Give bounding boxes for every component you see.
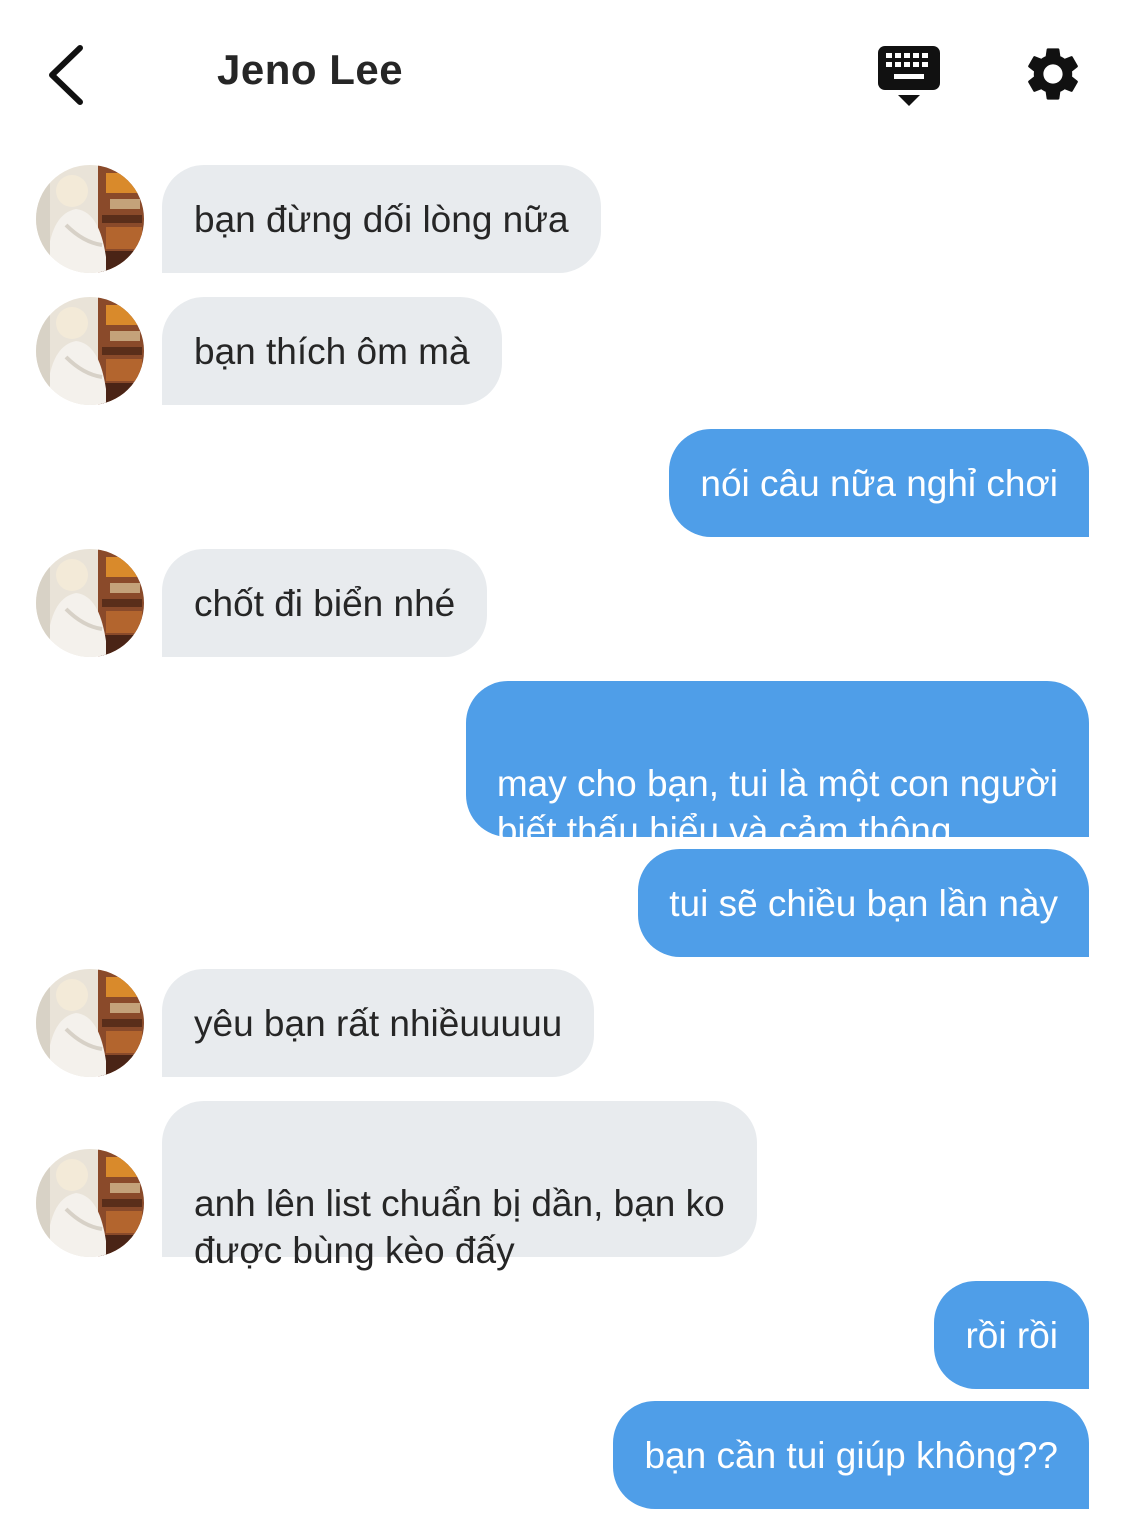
- contact-avatar[interactable]: [36, 297, 144, 405]
- message-text: anh lên list chuẩn bị dần, bạn ko được b…: [194, 1183, 725, 1271]
- outgoing-message-bubble[interactable]: bạn cần tui giúp không??: [613, 1401, 1089, 1509]
- outgoing-message-bubble[interactable]: nói câu nữa nghỉ chơi: [669, 429, 1089, 537]
- contact-avatar[interactable]: [36, 1149, 144, 1257]
- message-text: bạn cần tui giúp không??: [644, 1434, 1058, 1476]
- incoming-message-bubble[interactable]: chốt đi biển nhé: [162, 549, 488, 657]
- avatar-photo: [36, 297, 144, 405]
- chevron-left-icon: [49, 45, 83, 105]
- message-text: bạn thích ôm mà: [194, 330, 470, 372]
- keyboard-toggle-button[interactable]: [876, 44, 942, 108]
- avatar-photo: [36, 165, 144, 273]
- incoming-message-bubble[interactable]: yêu bạn rất nhiềuuuuu: [162, 969, 595, 1077]
- message-text: tui sẽ chiều bạn lần này: [669, 882, 1058, 924]
- back-button[interactable]: [40, 40, 100, 110]
- outgoing-message-bubble[interactable]: tui sẽ chiều bạn lần này: [638, 849, 1089, 957]
- message-text: chốt đi biển nhé: [194, 582, 456, 624]
- contact-avatar[interactable]: [36, 969, 144, 1077]
- avatar-photo: [36, 549, 144, 657]
- outgoing-message-bubble[interactable]: rồi rồi: [934, 1281, 1089, 1389]
- message-text: may cho bạn, tui là một con người biết t…: [496, 763, 1058, 851]
- message-text: yêu bạn rất nhiềuuuuu: [194, 1002, 563, 1044]
- gear-icon: [1028, 48, 1078, 100]
- contact-name: Jeno Lee: [217, 46, 404, 93]
- contact-avatar[interactable]: [36, 165, 144, 273]
- avatar-photo: [36, 969, 144, 1077]
- chat-header: Jeno Lee: [0, 0, 1125, 150]
- message-text: bạn đừng dối lòng nữa: [194, 198, 569, 240]
- keyboard-icon: [878, 46, 940, 106]
- message-text: rồi rồi: [965, 1314, 1058, 1356]
- settings-button[interactable]: [1021, 42, 1085, 106]
- outgoing-message-bubble[interactable]: may cho bạn, tui là một con người biết t…: [465, 681, 1089, 851]
- message-text: nói câu nữa nghỉ chơi: [700, 462, 1058, 504]
- avatar-photo: [36, 1149, 144, 1257]
- contact-avatar[interactable]: [36, 549, 144, 657]
- incoming-message-bubble[interactable]: bạn đừng dối lòng nữa: [162, 165, 601, 273]
- incoming-message-bubble[interactable]: anh lên list chuẩn bị dần, bạn ko được b…: [162, 1101, 757, 1271]
- incoming-message-bubble[interactable]: bạn thích ôm mà: [162, 297, 502, 405]
